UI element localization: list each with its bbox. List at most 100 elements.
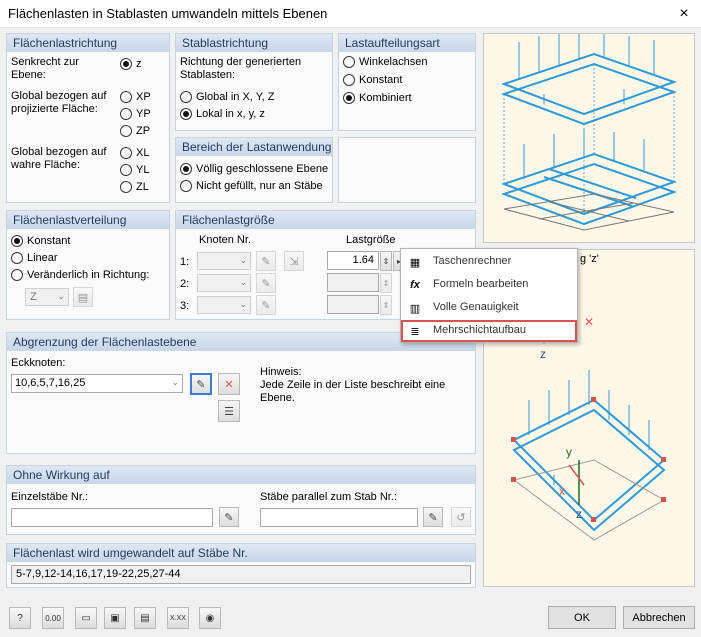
menu-item-mehrschichtaufbau[interactable]: ≣ Mehrschichtaufbau: [401, 320, 577, 342]
row-2-spinner-icon[interactable]: ⇕: [380, 273, 392, 293]
radio-veraenderlich[interactable]: [11, 269, 23, 281]
panel-title: Flächenlastrichtung: [7, 34, 169, 52]
menu-item-formeln[interactable]: fx Formeln bearbeiten: [401, 274, 577, 296]
menu-item-genauigkeit[interactable]: ▥ Volle Genauigkeit: [401, 297, 577, 319]
radio-konstant[interactable]: [11, 235, 23, 247]
preview-top: [483, 33, 695, 243]
close-icon[interactable]: ×: [667, 0, 701, 28]
radio-lokal[interactable]: [180, 108, 192, 120]
row-2-last-input[interactable]: [327, 273, 379, 292]
radio-geschlossen[interactable]: [180, 163, 192, 175]
panel-title: Lastaufteilungsart: [339, 34, 475, 52]
menu-item-taschenrechner[interactable]: ▦ Taschenrechner: [401, 251, 577, 273]
panel-flaechenlastrichtung: Flächenlastrichtung Senkrecht zur Ebene: …: [6, 33, 170, 203]
senkrecht-label: Senkrecht zur Ebene:: [11, 56, 79, 81]
delete-icon[interactable]: ✕: [218, 373, 240, 395]
help-icon[interactable]: ?: [9, 607, 31, 629]
panel-bereich: Bereich der Lastanwendung Völlig geschlo…: [175, 137, 333, 203]
numeric-format-label: 0.00: [45, 613, 61, 623]
row-1-last-input[interactable]: 1.64: [327, 251, 379, 270]
row-1-pick-node-icon[interactable]: ✎: [256, 251, 276, 271]
eckknoten-select[interactable]: 10,6,5,7,16,25 ⌄: [11, 374, 183, 393]
diagram-icon[interactable]: ▤: [73, 287, 93, 307]
richtung-select[interactable]: Z ⌄: [25, 288, 69, 306]
radio-konstant-aufteilung[interactable]: [343, 74, 355, 86]
parallel-input[interactable]: [260, 508, 418, 527]
radio-winkelachsen[interactable]: [343, 56, 355, 68]
radio-zp[interactable]: [120, 125, 132, 137]
radio-linear[interactable]: [11, 252, 23, 264]
row-1-knoten-select[interactable]: ⌄: [197, 252, 251, 270]
panel-title: Flächenlastverteilung: [7, 211, 169, 229]
radio-zp-label: ZP: [136, 125, 151, 137]
chevron-down-icon: ⌄: [239, 255, 247, 265]
stablast-desc: Richtung der generierten Stablasten:: [180, 56, 302, 81]
calculator-icon: ▦: [409, 256, 421, 269]
hinweis-title: Hinweis:: [260, 366, 302, 378]
radio-yp[interactable]: [120, 108, 132, 120]
radio-lokal-label: Lokal in x, y, z: [196, 108, 265, 120]
row-3-last-input[interactable]: [327, 295, 379, 314]
einzelstaebe-input[interactable]: [11, 508, 213, 527]
panel-title: Ohne Wirkung auf: [7, 466, 475, 484]
table-icon[interactable]: ▤: [134, 607, 156, 629]
row-1-label: 1:: [180, 256, 190, 268]
radio-xl[interactable]: [120, 147, 132, 159]
row-1-pick-node-2-icon[interactable]: ⇲: [284, 251, 304, 271]
row-3-pick-node-icon[interactable]: ✎: [256, 295, 276, 315]
menu-item-label: Taschenrechner: [433, 255, 512, 267]
radio-nicht-gefuellt[interactable]: [180, 180, 192, 192]
panel-title: Bereich der Lastanwendung: [176, 138, 332, 156]
pick-node-icon[interactable]: ✎: [190, 373, 212, 395]
panel-title: Flächenlastgröße: [176, 211, 475, 229]
radio-z[interactable]: [120, 58, 132, 70]
panel-title: Flächenlast wird umgewandelt auf Stäbe N…: [7, 544, 475, 562]
radio-xl-label: XL: [136, 147, 150, 159]
row-3-knoten-select[interactable]: ⌄: [197, 296, 251, 314]
umgewandelt-field: 5-7,9,12-14,16,17,19-22,25,27-44: [11, 565, 471, 584]
row-3-spinner-icon[interactable]: ⇕: [380, 295, 392, 315]
axis-x-marker-top: ✕: [584, 315, 594, 329]
hinweis-text: Jede Zeile in der Liste beschreibt eine E…: [260, 379, 446, 404]
radio-konstant-aufteilung-label: Konstant: [359, 74, 403, 86]
cancel-button[interactable]: Abbrechen: [623, 606, 695, 629]
axis-z-label-bottom: z: [576, 507, 582, 521]
context-menu: ▦ Taschenrechner fx Formeln bearbeiten ▥…: [400, 248, 578, 343]
reset-icon[interactable]: ↺: [451, 507, 471, 527]
units-icon[interactable]: X.XX: [167, 607, 189, 629]
radio-zl-label: ZL: [136, 181, 149, 193]
projiziert-label: Global bezogen auf projizierte Fläche:: [11, 90, 107, 115]
window-title: Flächenlasten in Stablasten umwandeln mi…: [8, 6, 328, 21]
radio-yp-label: YP: [136, 108, 151, 120]
axis-x-label: x: [559, 484, 565, 498]
eckknoten-label: Eckknoten:: [11, 357, 66, 369]
list-icon[interactable]: ☰: [218, 400, 240, 422]
row-2-knoten-select[interactable]: ⌄: [197, 274, 251, 292]
units-label: X.XX: [170, 614, 186, 622]
radio-konstant-label: Konstant: [27, 235, 71, 247]
row-2-label: 2:: [180, 278, 190, 290]
ok-button[interactable]: OK: [548, 606, 616, 629]
numeric-format-icon[interactable]: 0.00: [42, 607, 64, 629]
precision-icon: ▥: [409, 302, 421, 315]
axis-y-label: y: [566, 445, 572, 459]
radio-geschlossen-label: Völlig geschlossene Ebene: [196, 163, 329, 175]
menu-item-label: Volle Genauigkeit: [433, 301, 519, 313]
radio-xp[interactable]: [120, 91, 132, 103]
row-2-pick-node-icon[interactable]: ✎: [256, 273, 276, 293]
eckknoten-value: 10,6,5,7,16,25: [15, 377, 86, 389]
pick-parallel-icon[interactable]: ✎: [423, 507, 443, 527]
row-1-spinner-icon[interactable]: ⇕: [380, 251, 392, 271]
open-folder-icon[interactable]: ▭: [75, 607, 97, 629]
radio-winkelachsen-label: Winkelachsen: [359, 56, 428, 68]
radio-global[interactable]: [180, 91, 192, 103]
structure-diagram-top: [501, 34, 678, 231]
eye-icon[interactable]: ◉: [199, 607, 221, 629]
radio-kombiniert[interactable]: [343, 92, 355, 104]
radio-yl[interactable]: [120, 164, 132, 176]
radio-zl[interactable]: [120, 181, 132, 193]
save-icon[interactable]: ▣: [104, 607, 126, 629]
pick-member-icon[interactable]: ✎: [219, 507, 239, 527]
chevron-down-icon: ⌄: [57, 291, 65, 301]
axis-z-label: z: [540, 347, 546, 361]
